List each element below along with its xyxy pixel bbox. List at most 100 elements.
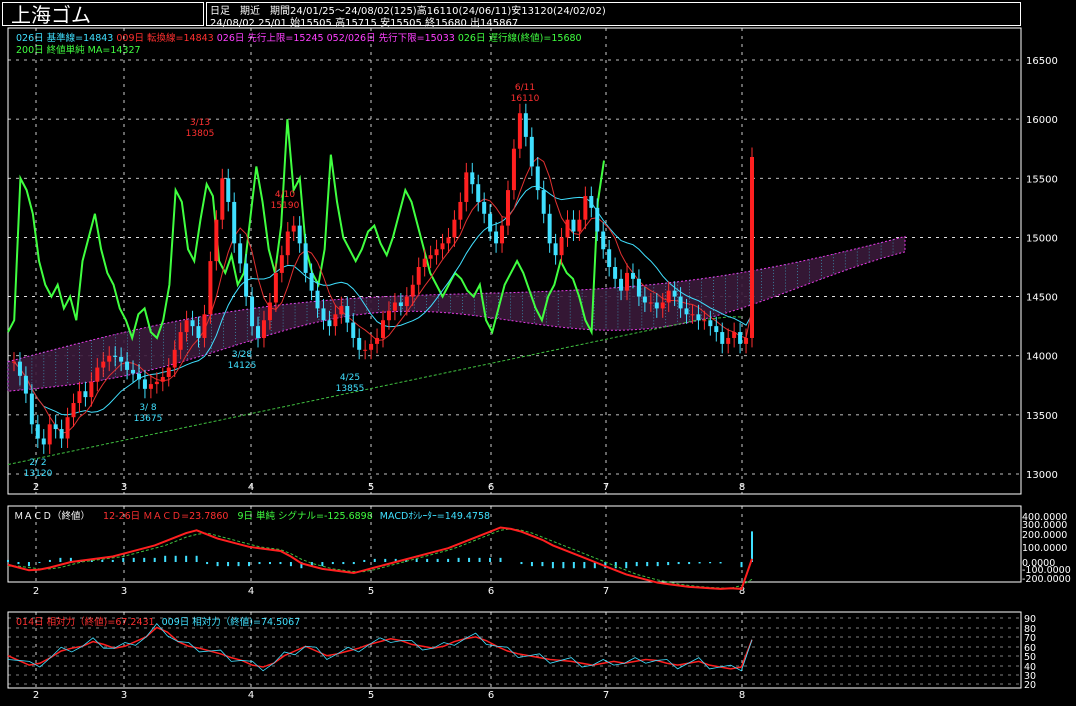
candle-body	[220, 178, 225, 220]
candle-body	[303, 243, 308, 273]
candle-body	[184, 320, 189, 333]
month-label-rsi: 6	[488, 690, 494, 701]
candle-body	[59, 429, 64, 439]
candle-body	[23, 375, 28, 394]
candle-body	[613, 267, 618, 279]
candle-body	[589, 196, 594, 208]
candle-body	[422, 258, 427, 267]
candle-body	[285, 231, 290, 256]
candle-body	[577, 219, 582, 232]
candle-body	[178, 332, 183, 350]
candle-body	[375, 337, 380, 344]
candle-body	[71, 403, 76, 418]
candle-body	[12, 361, 16, 363]
annotation-value: 13855	[336, 384, 365, 394]
month-label-macd: 5	[368, 586, 374, 597]
candle-body	[446, 237, 451, 244]
candle-body	[381, 320, 385, 338]
candle-body	[244, 263, 249, 297]
candle-body	[315, 290, 320, 309]
candle-body	[630, 272, 635, 279]
candle-body	[166, 367, 171, 378]
candle-body	[476, 184, 481, 202]
month-label-rsi: 7	[603, 690, 609, 701]
month-label-main: 4	[248, 482, 254, 493]
candle-body	[291, 225, 296, 232]
month-label-rsi: 8	[739, 690, 745, 701]
candle-body	[190, 320, 195, 327]
month-label-main: 2	[33, 482, 39, 493]
price-tick-label: 16000	[1026, 115, 1058, 126]
month-label-macd: 3	[121, 586, 127, 597]
candle-body	[142, 379, 147, 389]
candle-body	[517, 113, 522, 149]
rsi-tick-label: 20	[1024, 680, 1036, 691]
candle-body	[434, 249, 439, 256]
month-label-macd: 2	[33, 586, 39, 597]
candle-body	[708, 320, 713, 327]
month-label-rsi: 4	[248, 690, 254, 701]
price-tick-label: 15500	[1026, 174, 1058, 185]
annotation-value: 13675	[134, 414, 163, 424]
candle-body	[47, 424, 52, 445]
candle-body	[238, 243, 243, 264]
candle-body	[136, 373, 141, 380]
candle-body	[416, 267, 421, 285]
candle-body	[89, 381, 94, 398]
candle-body	[595, 207, 600, 232]
chart-canvas: 16500 16000 15500 15000 14500 14000 13500 13000…	[7, 27, 1071, 701]
candle-body	[547, 213, 552, 244]
candle-body	[654, 302, 659, 309]
candle-body	[95, 367, 100, 382]
candle-body	[404, 296, 409, 307]
candle-body	[660, 302, 665, 309]
candle-body	[738, 332, 743, 344]
candle-body	[541, 190, 546, 214]
candle-body	[744, 337, 749, 344]
candle-body	[559, 237, 564, 256]
rsi14-line	[7, 626, 753, 670]
candle-body	[529, 136, 534, 167]
month-label-rsi: 2	[33, 690, 39, 701]
candle-body	[571, 219, 576, 232]
month-label-main: 7	[603, 482, 609, 493]
rsi-panel-frame	[7, 611, 1022, 689]
candle-body	[553, 243, 558, 256]
candle-body	[297, 225, 302, 244]
candle-body	[363, 349, 368, 351]
candle-body	[202, 314, 207, 338]
candle-body	[398, 302, 403, 307]
annotation-date: 4/25	[340, 373, 360, 383]
price-tick-label: 15000	[1026, 233, 1058, 244]
candle-body	[333, 314, 338, 327]
candle-body	[83, 391, 88, 398]
candle-body	[160, 377, 165, 382]
annotation-date: 3/13	[190, 118, 210, 128]
candle-body	[53, 424, 58, 430]
candle-body	[148, 384, 153, 389]
candle-body	[488, 213, 493, 232]
price-tick-label: 13500	[1026, 411, 1058, 422]
candle-body	[172, 349, 177, 368]
candle-body	[35, 424, 40, 439]
candle-body	[369, 343, 374, 350]
candle-body	[535, 166, 540, 191]
candle-body	[208, 261, 213, 315]
macd-tick-label: -200.0000	[1022, 574, 1071, 585]
candle-body	[523, 113, 528, 137]
candle-body	[494, 231, 499, 244]
candle-body	[29, 393, 34, 425]
annotation-value: 13120	[24, 469, 53, 479]
candle-body	[511, 148, 516, 191]
candle-body	[119, 356, 124, 362]
candle-body	[232, 201, 237, 244]
candle-body	[226, 178, 231, 202]
candle-body	[678, 296, 683, 309]
candle-body	[601, 231, 606, 250]
candle-body	[619, 278, 624, 291]
candle-body	[154, 381, 159, 385]
annotation-value: 13805	[186, 129, 215, 139]
candle-body	[666, 290, 671, 303]
month-label-rsi: 3	[121, 690, 127, 701]
annotation-date: 2/ 2	[29, 458, 46, 468]
